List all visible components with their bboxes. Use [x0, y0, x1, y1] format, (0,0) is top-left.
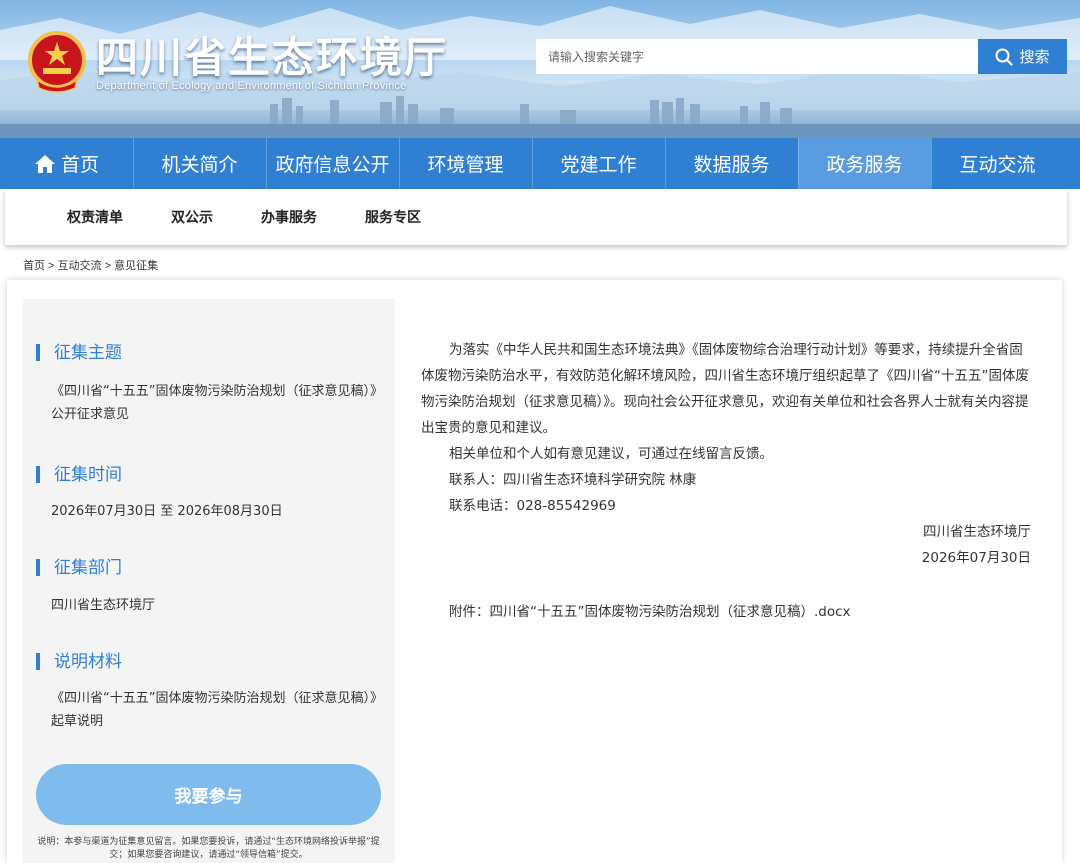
nav-item-interaction[interactable]: 互动交流	[931, 138, 1064, 189]
dept-text: 四川省生态环境厅	[51, 598, 156, 613]
nav-item-label: 党建工作	[560, 154, 637, 176]
nav-item-label: 首页	[60, 154, 99, 176]
site-subtitle: Department of Ecology and Environment of…	[96, 80, 407, 92]
nav-item-party-building[interactable]: 党建工作	[532, 138, 665, 189]
nav-item-about[interactable]: 机关简介	[133, 138, 266, 189]
time-text: 2026年07月30日 至 2026年08月30日	[51, 504, 283, 519]
national-emblem-icon	[28, 31, 86, 93]
nav-item-label: 数据服务	[693, 154, 770, 176]
search-button-label: 搜索	[1019, 48, 1050, 66]
subnav-item-double-publicity[interactable]: 双公示	[171, 207, 213, 227]
participation-note: 说明：本参与渠道为征集意见留言。如果您要投诉，请通过“生态环境网络投诉举报”提交…	[37, 837, 380, 860]
breadcrumb: 首页 > 互动交流 > 意见征集	[23, 257, 158, 273]
subnav-item-service-zone[interactable]: 服务专区	[365, 207, 421, 227]
site-title: 四川省生态环境厅	[96, 33, 449, 82]
search-button[interactable]: 搜索	[978, 39, 1067, 74]
signature-org: 四川省生态环境厅	[923, 524, 1031, 540]
nav-item-home[interactable]: 首页	[0, 138, 133, 189]
site-header: 四川省生态环境厅 Department of Ecology and Envir…	[0, 0, 1080, 138]
home-icon	[34, 154, 56, 174]
breadcrumb-home[interactable]: 首页	[23, 260, 45, 272]
search-icon	[995, 48, 1014, 66]
nav-item-label: 政务服务	[826, 154, 903, 176]
nav-item-label: 环境管理	[427, 154, 504, 176]
notice-paragraph: 为落实《中华人民共和国生态环境法典》《固体废物综合治理行动计划》等要求，持续提升…	[421, 342, 1029, 436]
dept-title: 征集部门	[36, 557, 122, 579]
notice-paragraph: 相关单位和个人如有意见建议，可通过在线留言反馈。	[449, 446, 773, 462]
material-text[interactable]: 《四川省“十五五”固体废物污染防治规划（征求意见稿）》起草说明	[51, 687, 381, 733]
signature-date: 2026年07月30日	[921, 550, 1031, 566]
contact-person: 联系人：四川省生态环境科学研究院 林康	[449, 472, 697, 488]
attachment-link[interactable]: 附件：四川省“十五五”固体废物污染防治规划（征求意见稿）.docx	[449, 600, 851, 620]
contact-phone: 联系电话：028-85542969	[449, 498, 616, 514]
participate-button[interactable]: 我要参与	[36, 764, 381, 825]
nav-item-gov-service[interactable]: 政务服务	[798, 138, 931, 189]
nav-item-label: 机关简介	[161, 154, 238, 176]
notice-content: 为落实《中华人民共和国生态环境法典》《固体废物综合治理行动计划》等要求，持续提升…	[421, 337, 1031, 571]
time-title: 征集时间	[36, 464, 122, 486]
sub-nav: 权责清单 双公示 办事服务 服务专区	[5, 189, 1067, 245]
breadcrumb-interaction[interactable]: 互动交流	[58, 260, 102, 272]
nav-item-gov-info[interactable]: 政府信息公开	[266, 138, 399, 189]
topic-text: 《四川省“十五五”固体废物污染防治规划（征求意见稿）》公开征求意见	[51, 384, 377, 422]
nav-item-env-management[interactable]: 环境管理	[399, 138, 532, 189]
nav-item-label: 互动交流	[959, 154, 1036, 176]
breadcrumb-separator: >	[101, 260, 115, 272]
nav-item-label: 政府信息公开	[275, 154, 390, 176]
topic-title: 征集主题	[36, 342, 122, 364]
breadcrumb-separator: >	[45, 260, 58, 272]
search-input[interactable]	[536, 39, 978, 74]
material-title: 说明材料	[36, 651, 122, 673]
breadcrumb-current: 意见征集	[114, 260, 159, 272]
subnav-item-responsibility-list[interactable]: 权责清单	[67, 207, 123, 227]
main-nav: 首页 机关简介 政府信息公开 环境管理 党建工作 数据服务 政务服务 互动交流	[0, 138, 1080, 189]
subnav-item-services[interactable]: 办事服务	[261, 207, 317, 227]
nav-item-data-service[interactable]: 数据服务	[665, 138, 798, 189]
